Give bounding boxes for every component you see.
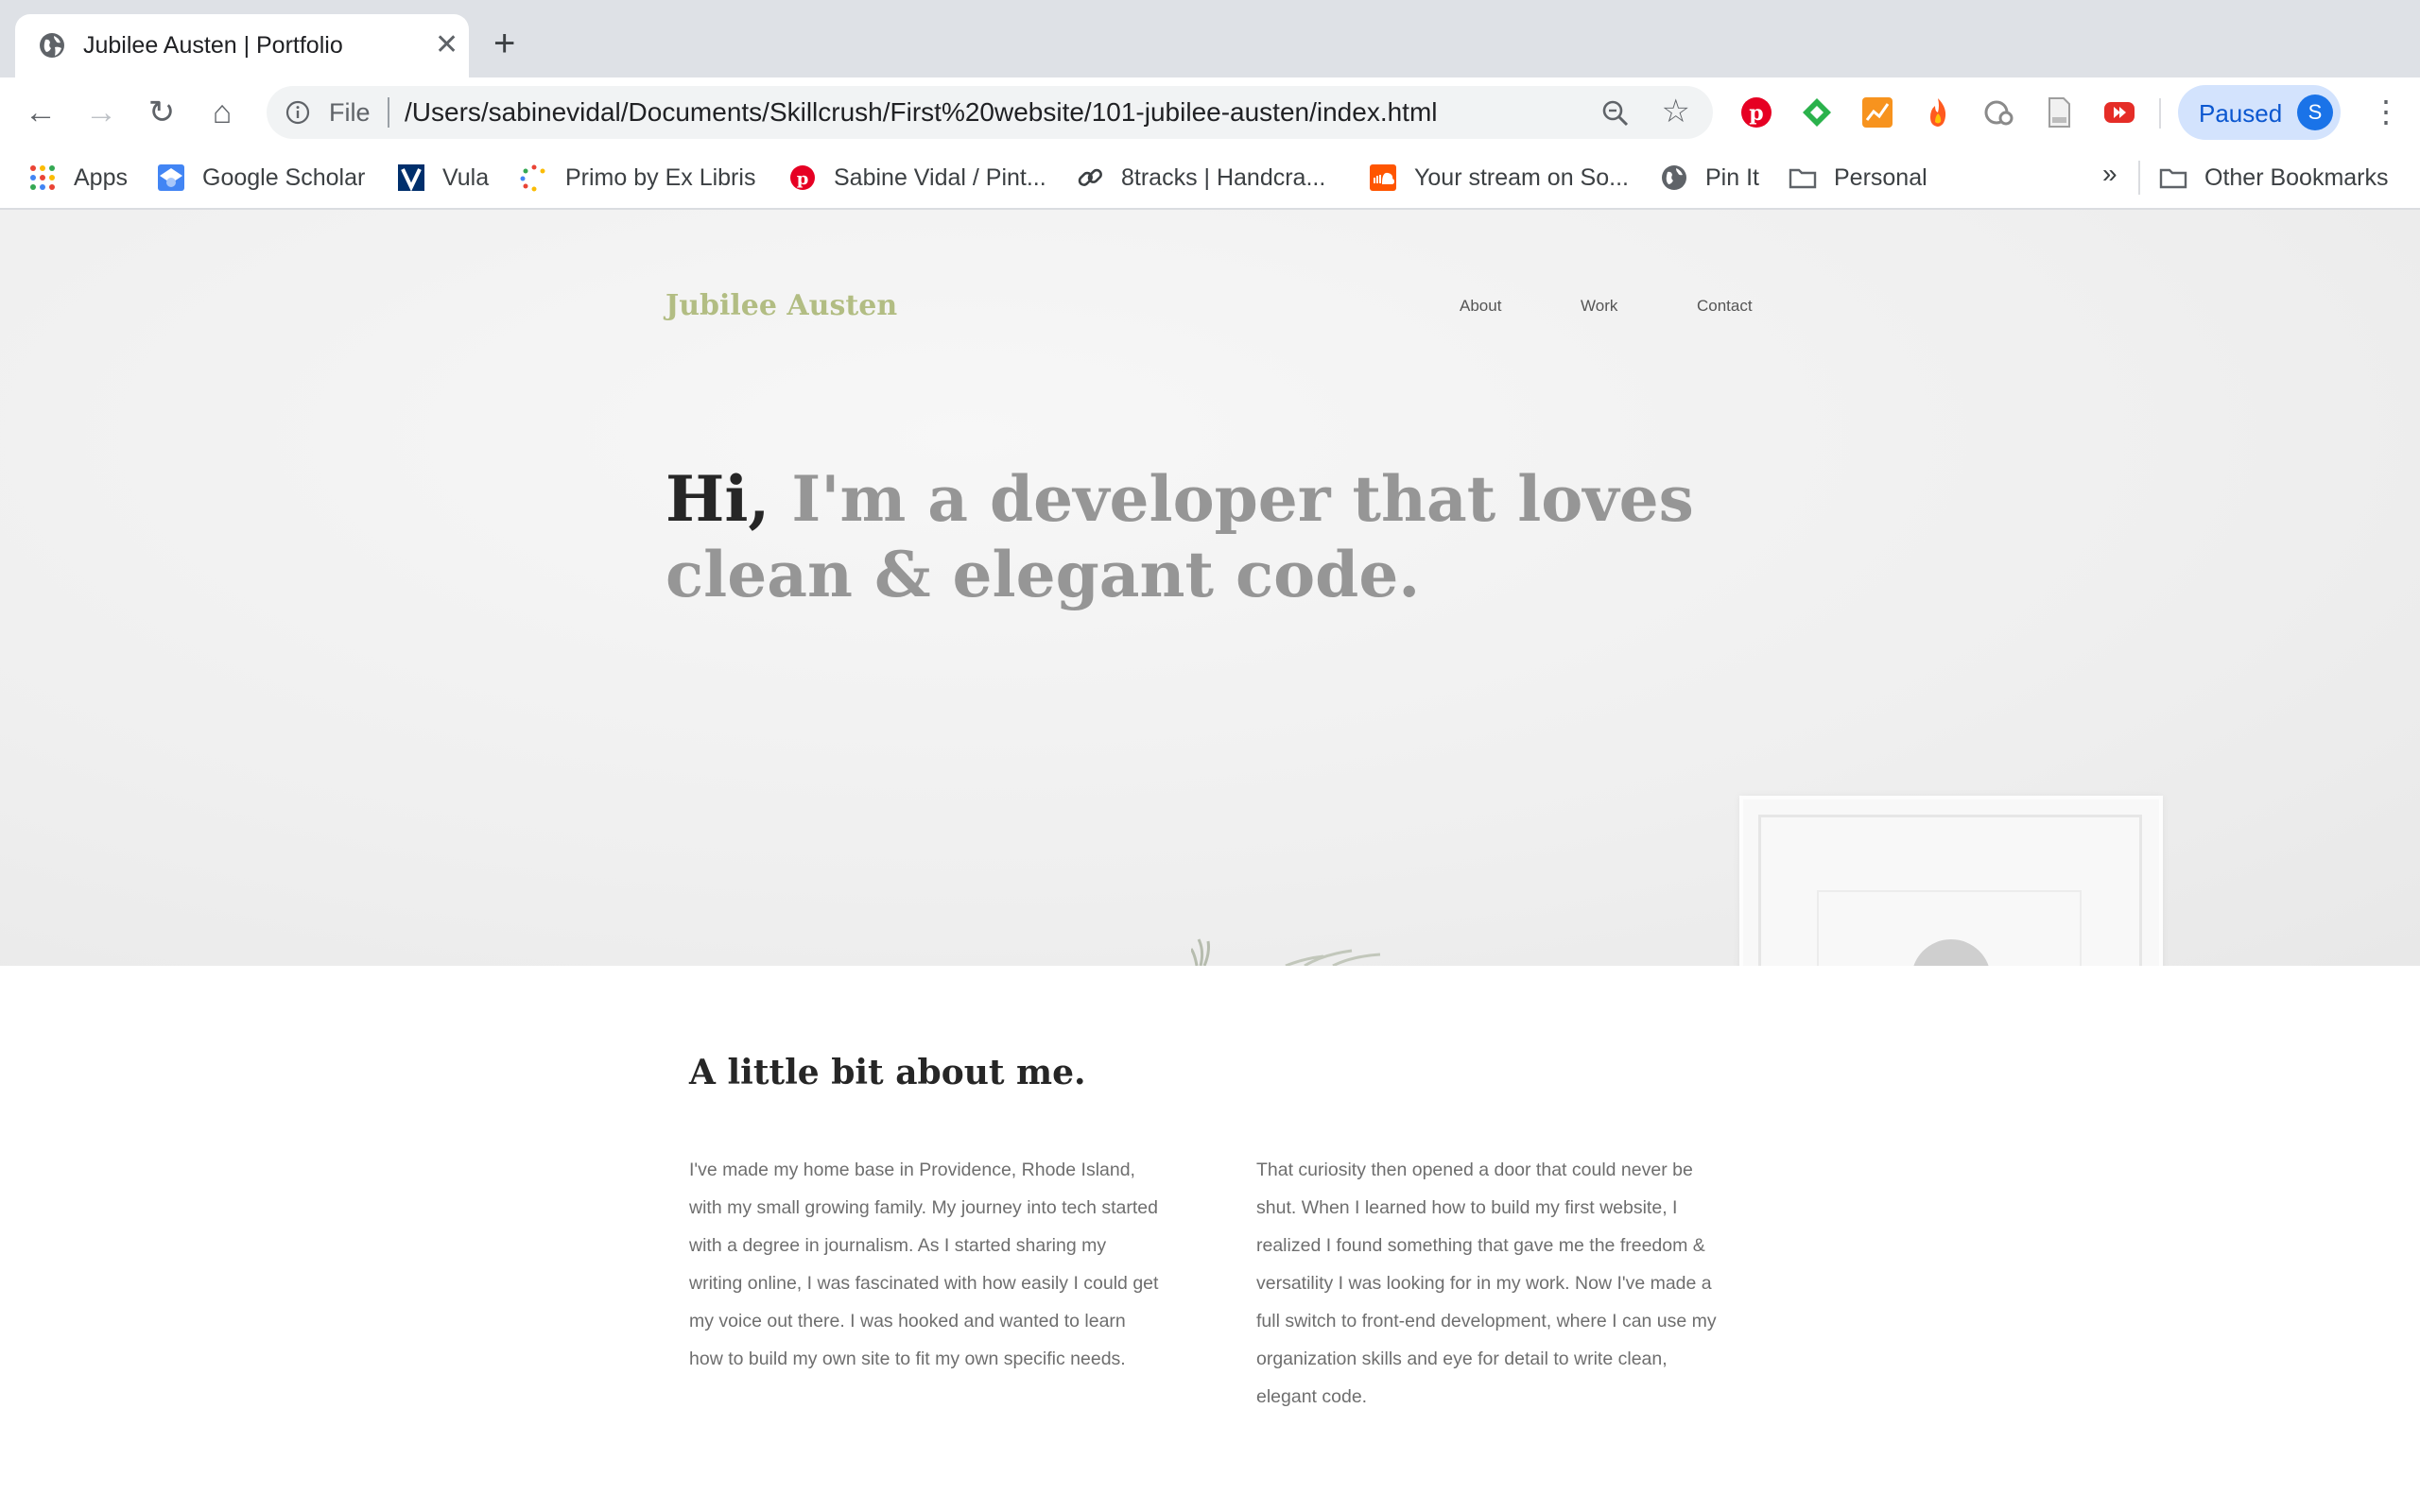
toolbar-divider bbox=[2159, 98, 2161, 129]
scheme-label: File bbox=[329, 98, 371, 127]
url-text[interactable]: /Users/sabinevidal/Documents/Skillcrush/… bbox=[405, 97, 1438, 128]
about-paragraph-left: I've made my home base in Providence, Rh… bbox=[689, 1160, 1159, 1369]
headline-text: I'm a developer that loves clean & elega… bbox=[666, 462, 1694, 612]
reload-button[interactable]: ↻ bbox=[140, 91, 183, 134]
pinterest-icon: p bbox=[790, 165, 815, 190]
forward-button[interactable]: → bbox=[79, 91, 123, 134]
zoom-icon[interactable] bbox=[1599, 97, 1632, 129]
google-scholar-icon bbox=[158, 164, 184, 191]
feedly-extension-icon[interactable] bbox=[1800, 95, 1834, 129]
globe-icon bbox=[40, 33, 64, 58]
bookmark-label: Google Scholar bbox=[202, 163, 366, 191]
profile-status: Paused bbox=[2199, 99, 2283, 128]
omnibox-divider bbox=[388, 97, 389, 128]
bookmark-label: Sabine Vidal / Pint... bbox=[834, 163, 1046, 191]
page-viewport: Jubilee Austen About Work Contact Hi, I'… bbox=[0, 210, 2420, 1512]
browser-toolbar: ← → ↻ ⌂ File /Users/sabinevidal/Document… bbox=[0, 77, 2420, 147]
bookmarks-bar: Apps Google Scholar Vula Primo by Ex Lib… bbox=[0, 147, 2420, 210]
bookmark-star-icon[interactable]: ☆ bbox=[1662, 95, 1690, 128]
about-heading: A little bit about me. bbox=[689, 1053, 1086, 1092]
address-bar[interactable]: File /Users/sabinevidal/Documents/Skillc… bbox=[267, 86, 1713, 139]
pinterest-extension-icon[interactable]: p bbox=[1739, 95, 1773, 129]
bookmark-soundcloud[interactable]: Your stream on So... bbox=[1369, 157, 1629, 198]
hero-headline: Hi, I'm a developer that loves clean & e… bbox=[666, 461, 1705, 612]
bookmark-primo[interactable]: Primo by Ex Libris bbox=[520, 157, 755, 198]
about-section: A little bit about me. I've made my home… bbox=[0, 966, 2420, 1512]
link-icon bbox=[1078, 168, 1102, 186]
bookmark-label: Primo by Ex Libris bbox=[565, 163, 756, 191]
bookmark-label: 8tracks | Handcra... bbox=[1121, 163, 1326, 191]
bookmark-pin-it[interactable]: Pin It bbox=[1660, 157, 1759, 198]
svg-text:p: p bbox=[1749, 101, 1763, 126]
bookmarks-divider bbox=[2138, 161, 2140, 195]
bookmark-8tracks[interactable]: 8tracks | Handcra... bbox=[1076, 157, 1325, 198]
bookmark-label: Other Bookmarks bbox=[2204, 163, 2389, 191]
bookmark-label: Your stream on So... bbox=[1414, 163, 1629, 191]
document-extension-icon[interactable] bbox=[2042, 95, 2076, 129]
site-logo[interactable]: Jubilee Austen bbox=[666, 289, 897, 322]
primo-icon bbox=[520, 164, 545, 192]
bookmark-google-scholar[interactable]: Google Scholar bbox=[157, 157, 365, 198]
close-tab-icon[interactable]: ✕ bbox=[435, 29, 458, 61]
info-icon[interactable] bbox=[285, 100, 310, 125]
globe-icon bbox=[1662, 165, 1686, 190]
grammar-extension-icon[interactable] bbox=[1981, 95, 2015, 129]
plant-image bbox=[1191, 938, 1381, 966]
new-tab-button[interactable]: + bbox=[493, 25, 515, 62]
folder-icon bbox=[1789, 168, 1817, 189]
apps-grid-icon bbox=[30, 165, 55, 190]
bookmark-folder-personal[interactable]: Personal bbox=[1789, 157, 1927, 198]
menu-icon[interactable]: ⋮ bbox=[2371, 96, 2401, 127]
nav-link-work[interactable]: Work bbox=[1581, 297, 1617, 316]
bookmark-folder-other[interactable]: Other Bookmarks bbox=[2159, 157, 2389, 198]
bookmark-apps[interactable]: Apps bbox=[28, 157, 128, 198]
bookmark-label: Pin It bbox=[1705, 163, 1759, 191]
nav-link-about[interactable]: About bbox=[1460, 297, 1501, 316]
back-button[interactable]: ← bbox=[19, 91, 62, 134]
browser-tab[interactable]: Jubilee Austen | Portfolio ✕ bbox=[15, 14, 469, 77]
home-button[interactable]: ⌂ bbox=[200, 91, 244, 134]
bookmark-label: Apps bbox=[74, 163, 128, 191]
youtube-extension-icon[interactable] bbox=[2102, 95, 2136, 129]
fire-extension-icon[interactable] bbox=[1921, 95, 1955, 129]
bookmark-pinterest[interactable]: p Sabine Vidal / Pint... bbox=[788, 157, 1046, 198]
tab-title: Jubilee Austen | Portfolio bbox=[83, 32, 343, 59]
bookmark-label: Vula bbox=[442, 163, 490, 191]
avatar: S bbox=[2297, 94, 2333, 130]
hero-section: Jubilee Austen About Work Contact Hi, I'… bbox=[0, 210, 2420, 1019]
about-paragraph-right: That curiosity then opened a door that c… bbox=[1256, 1160, 1717, 1407]
headline-greeting: Hi, bbox=[666, 462, 770, 537]
analytics-extension-icon[interactable] bbox=[1860, 95, 1894, 129]
vula-icon bbox=[398, 164, 424, 192]
soundcloud-icon bbox=[1370, 164, 1396, 191]
bookmark-vula[interactable]: Vula bbox=[397, 157, 489, 198]
bookmark-label: Personal bbox=[1834, 163, 1927, 191]
folder-icon bbox=[2159, 168, 2187, 189]
bookmarks-overflow-icon[interactable]: » bbox=[2102, 159, 2118, 189]
nav-link-contact[interactable]: Contact bbox=[1697, 297, 1753, 316]
tab-strip: Jubilee Austen | Portfolio ✕ + bbox=[0, 0, 2420, 77]
profile-button[interactable]: Paused S bbox=[2178, 85, 2341, 140]
svg-text:p: p bbox=[797, 169, 809, 189]
